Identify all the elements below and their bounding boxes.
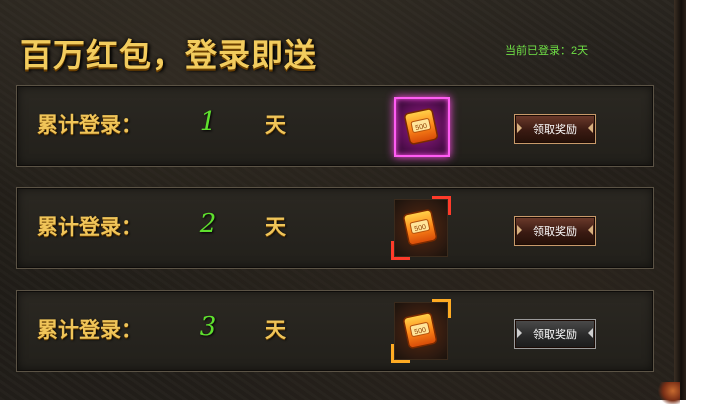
red-envelope-bag-icon: 500 bbox=[403, 209, 437, 246]
reward-item-slot[interactable]: 500 bbox=[394, 97, 450, 157]
event-title: 百万红包，登录即送 bbox=[20, 36, 318, 74]
login-reward-row-1: 累计登录： 1 天 500 领取奖励 bbox=[16, 85, 654, 167]
login-reward-row-2: 累计登录： 2 天 500 领取奖励 bbox=[16, 187, 654, 269]
red-envelope-bag-icon: 500 bbox=[404, 108, 438, 145]
arrow-left-icon bbox=[517, 328, 522, 338]
claim-reward-label: 领取奖励 bbox=[533, 123, 577, 136]
cumulative-login-label: 累计登录： bbox=[37, 214, 142, 239]
day-unit-label: 天 bbox=[265, 214, 286, 239]
reward-item-slot[interactable]: 500 bbox=[391, 299, 451, 363]
claim-reward-label: 领取奖励 bbox=[533, 225, 577, 238]
event-panel: 百万红包，登录即送 当前已登录：2天 累计登录： 1 天 500 领取奖励 累计… bbox=[0, 0, 686, 400]
claim-reward-label: 领取奖励 bbox=[533, 328, 577, 341]
arrow-left-icon bbox=[517, 225, 522, 235]
arrow-right-icon bbox=[588, 328, 593, 338]
arrow-right-icon bbox=[588, 225, 593, 235]
reward-item-slot[interactable]: 500 bbox=[391, 196, 451, 260]
claim-reward-button[interactable]: 领取奖励 bbox=[514, 216, 596, 246]
login-reward-row-3: 累计登录： 3 天 500 领取奖励 bbox=[16, 290, 654, 372]
login-day-number: 2 bbox=[199, 209, 217, 239]
arrow-right-icon bbox=[588, 123, 593, 133]
claim-reward-button[interactable]: 领取奖励 bbox=[514, 114, 596, 144]
arrow-left-icon bbox=[517, 123, 522, 133]
claim-reward-button[interactable]: 领取奖励 bbox=[514, 319, 596, 349]
login-status-text: 当前已登录：2天 bbox=[505, 45, 589, 57]
red-envelope-bag-icon: 500 bbox=[403, 312, 437, 349]
login-day-number: 3 bbox=[199, 312, 217, 342]
cumulative-login-label: 累计登录： bbox=[37, 317, 142, 342]
cumulative-login-label: 累计登录： bbox=[37, 112, 142, 137]
login-day-number: 1 bbox=[199, 107, 217, 137]
day-unit-label: 天 bbox=[265, 317, 286, 342]
day-unit-label: 天 bbox=[265, 112, 286, 137]
corner-ornament-icon bbox=[656, 382, 680, 404]
